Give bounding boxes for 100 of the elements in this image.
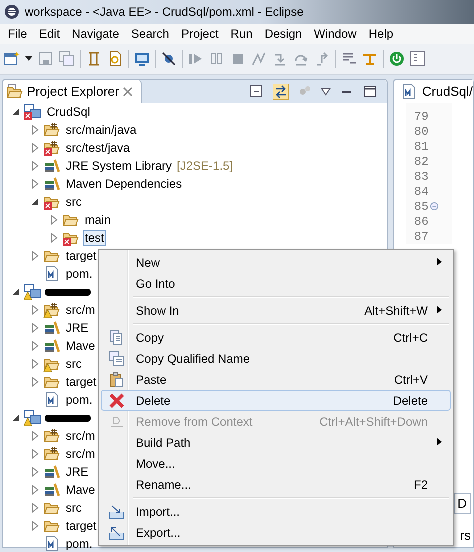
menu-bar-item[interactable]: Project — [175, 27, 225, 41]
menu-item[interactable]: Rename... F2 — [101, 474, 451, 495]
menu-item[interactable]: Paste Ctrl+V — [101, 369, 451, 390]
save-icon[interactable] — [38, 51, 54, 67]
line-number: 83 — [414, 170, 429, 184]
collapsed-arrow-icon[interactable] — [30, 179, 40, 189]
line-number: 84 — [414, 184, 429, 198]
menu-bar-item[interactable]: Help — [362, 27, 400, 41]
tree-item[interactable]: pom. — [64, 266, 95, 282]
resume-icon[interactable] — [188, 51, 204, 67]
menu-item[interactable]: Go Into — [101, 273, 451, 294]
close-icon[interactable] — [123, 86, 134, 96]
panel-tab[interactable]: D — [454, 493, 471, 514]
view-menu-icon[interactable] — [321, 88, 332, 96]
menu-item[interactable]: Show In Alt+Shift+W — [101, 300, 451, 321]
tree-item[interactable]: target — [64, 518, 99, 534]
collapsed-arrow-icon[interactable] — [30, 143, 40, 153]
collapsed-arrow-icon[interactable] — [30, 161, 40, 171]
tree-item[interactable]: pom. — [64, 536, 95, 552]
perspective-icon[interactable] — [410, 51, 426, 67]
menu-item[interactable]: Copy Qualified Name — [101, 348, 451, 369]
collapsed-arrow-icon[interactable] — [30, 485, 40, 495]
menu-item[interactable]: Copy Ctrl+C — [101, 327, 451, 348]
collapsed-arrow-icon[interactable] — [30, 125, 40, 135]
tree-item[interactable]: JRE — [64, 464, 91, 480]
collapsed-arrow-icon[interactable] — [30, 521, 40, 531]
project-explorer-tab[interactable]: Project Explorer — [3, 80, 142, 103]
tree-item[interactable]: src/main/java — [64, 122, 139, 138]
save-all-icon[interactable] — [59, 51, 75, 67]
menu-bar-item[interactable]: Search — [125, 27, 176, 41]
line-number: 79 — [414, 110, 429, 124]
expanded-arrow-icon[interactable] — [30, 197, 40, 207]
line-number: 86 — [414, 214, 429, 228]
new-file-icon[interactable] — [4, 51, 20, 67]
stop-icon[interactable] — [230, 51, 246, 67]
collapsed-arrow-icon[interactable] — [30, 305, 40, 315]
menu-item[interactable]: Move... — [101, 453, 451, 474]
tree-item[interactable]: src/m — [64, 446, 98, 462]
status-text: rs — [460, 528, 471, 543]
tree-item[interactable]: src — [64, 500, 84, 516]
menu-item[interactable]: Build Path — [101, 432, 451, 453]
menu-item[interactable]: Import... — [101, 501, 451, 522]
tree-item[interactable]: src/m — [64, 302, 98, 318]
collapsed-arrow-icon[interactable] — [30, 503, 40, 513]
tree-item[interactable]: pom. — [64, 392, 95, 408]
step-return-icon[interactable] — [314, 51, 330, 67]
collapse-all-icon[interactable] — [249, 84, 266, 100]
menu-bar-item[interactable]: Navigate — [66, 27, 126, 41]
expanded-arrow-icon[interactable] — [11, 413, 21, 423]
monitor-icon[interactable] — [134, 51, 150, 67]
collapsed-arrow-icon[interactable] — [30, 251, 40, 261]
maximize-icon[interactable] — [363, 84, 380, 100]
tree-item[interactable]: Maven Dependencies — [64, 176, 184, 192]
line-number: 81 — [414, 140, 429, 154]
link-editor-icon[interactable] — [273, 84, 290, 100]
pause-icon[interactable] — [209, 51, 225, 67]
menu-bar-item[interactable]: Run — [224, 27, 259, 41]
menu-item[interactable]: Export... — [101, 522, 451, 543]
tree-item[interactable]: Mave — [64, 338, 98, 354]
collapsed-arrow-icon[interactable] — [30, 359, 40, 369]
tree-item[interactable]: src — [64, 194, 84, 210]
collapsed-arrow-icon[interactable] — [30, 431, 40, 441]
expanded-arrow-icon[interactable] — [11, 107, 21, 117]
menu-item[interactable]: Delete Delete — [101, 390, 451, 411]
collapsed-arrow-icon[interactable] — [49, 215, 59, 225]
tree-item[interactable]: target — [64, 248, 99, 264]
menu-bar-item[interactable]: Design — [258, 27, 308, 41]
editor-tab[interactable]: CrudSql/ — [394, 80, 473, 103]
skip-breakpoints-icon[interactable] — [161, 51, 177, 67]
tree-item[interactable]: src — [64, 356, 84, 372]
tree-item[interactable]: main — [83, 212, 114, 228]
clipboard-icon — [109, 372, 125, 388]
tree-item[interactable]: target — [64, 374, 99, 390]
eclipse-logo-icon — [4, 4, 20, 20]
collapsed-arrow-icon[interactable] — [30, 449, 40, 459]
menu-item[interactable]: New — [101, 252, 451, 273]
tree-item[interactable]: src/m — [64, 428, 98, 444]
tab-title: CrudSql/ — [422, 84, 473, 99]
tree-item[interactable]: CrudSql — [45, 104, 92, 120]
power-icon[interactable] — [389, 51, 405, 67]
collapsed-arrow-icon[interactable] — [30, 377, 40, 387]
collapsed-arrow-icon[interactable] — [30, 323, 40, 333]
line-number: 80 — [414, 124, 429, 138]
tree-item[interactable]: JRE System Library — [64, 158, 174, 174]
dropdown-caret-icon[interactable] — [25, 56, 33, 62]
collapsed-arrow-icon[interactable] — [30, 467, 40, 477]
menu-bar-item[interactable]: Window — [308, 27, 363, 41]
collapsed-arrow-icon[interactable] — [49, 233, 59, 243]
collapsed-arrow-icon[interactable] — [30, 341, 40, 351]
export-icon — [109, 524, 125, 540]
tree-item[interactable]: JRE — [64, 320, 91, 336]
menu-bar-item[interactable]: Edit — [33, 27, 66, 41]
use-step-filters-icon[interactable] — [341, 51, 357, 67]
scroll-icon[interactable] — [86, 51, 102, 67]
menu-bar-item[interactable]: File — [2, 27, 34, 41]
tree-item[interactable]: Mave — [64, 482, 98, 498]
expanded-arrow-icon[interactable] — [11, 287, 21, 297]
fold-icon[interactable] — [430, 202, 439, 211]
tree-item[interactable]: test — [83, 230, 106, 246]
tree-item[interactable]: src/test/java — [64, 140, 132, 156]
